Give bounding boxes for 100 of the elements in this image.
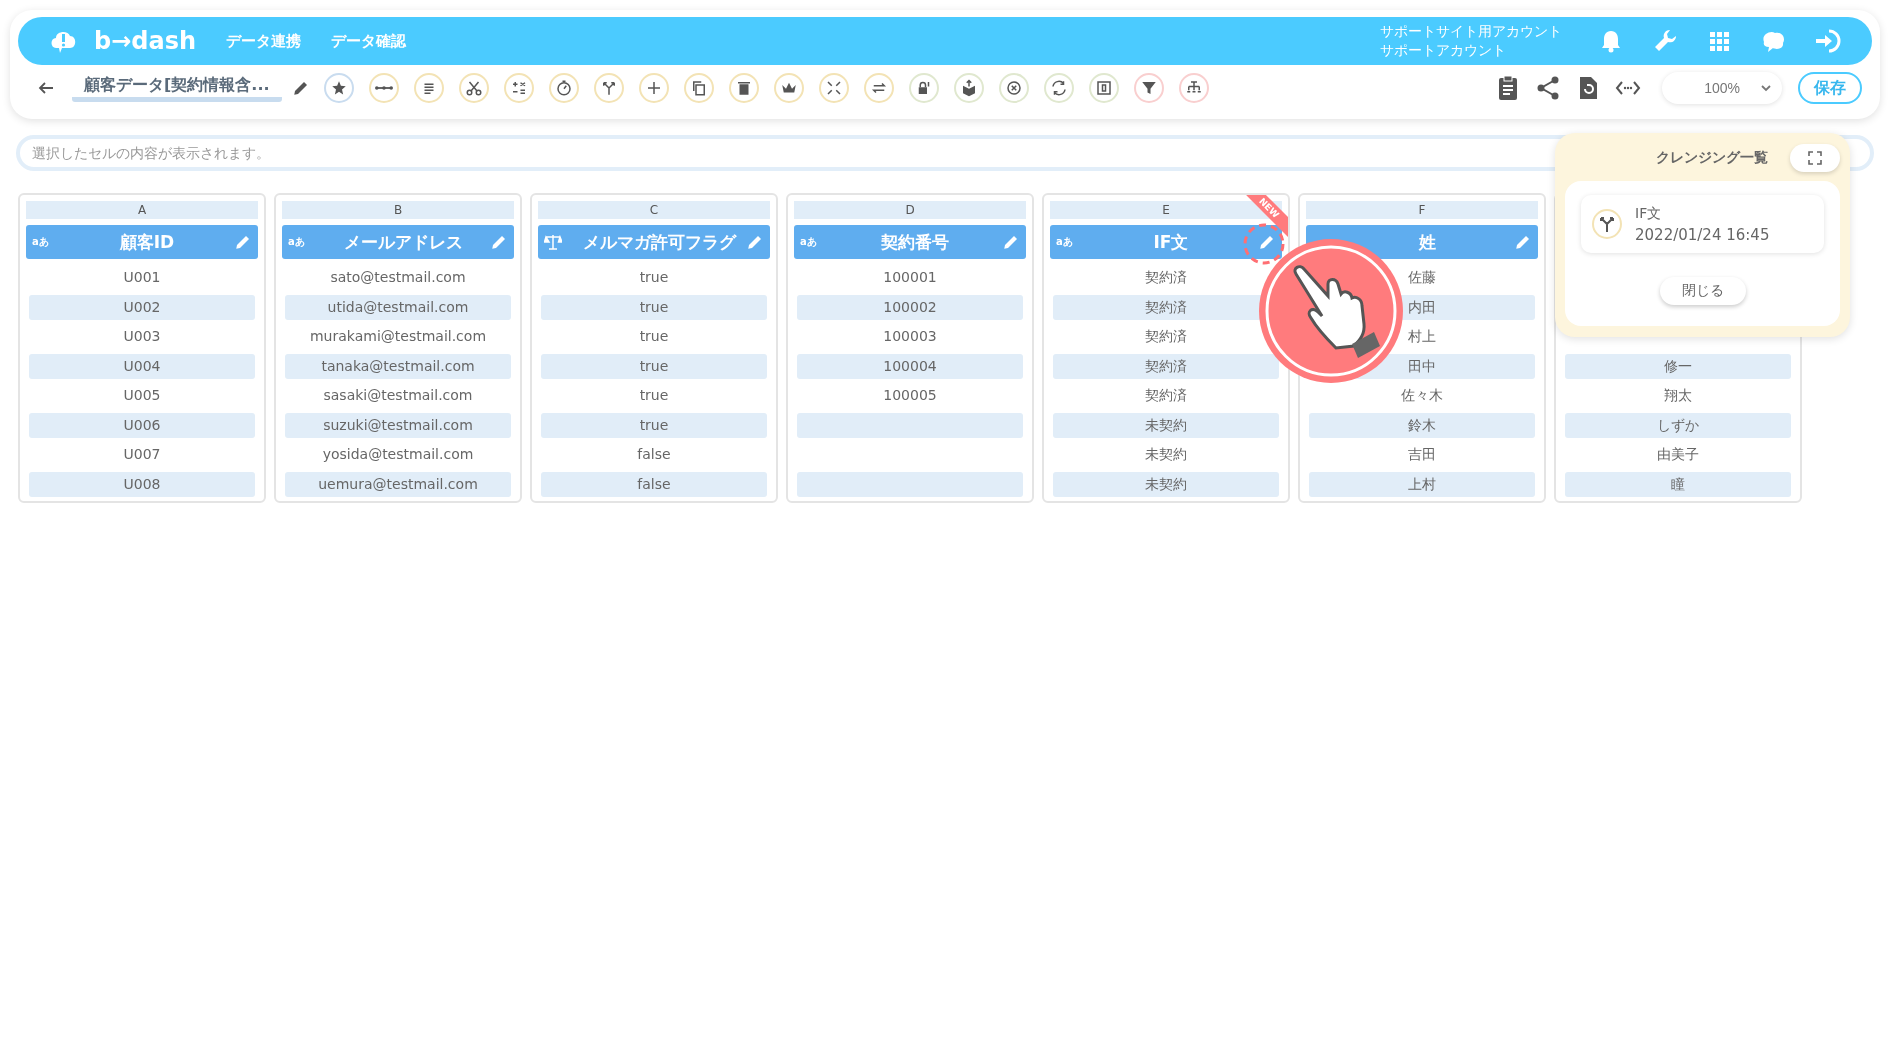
square-box-icon: [1094, 79, 1113, 97]
copy-button[interactable]: [683, 73, 714, 103]
type-label: aあ: [800, 235, 818, 249]
branch-button[interactable]: [593, 73, 624, 103]
pointing-hand-icon: [1256, 236, 1406, 386]
table-cell: 未契約: [1053, 471, 1279, 497]
calculator-button[interactable]: [503, 73, 534, 103]
table-cell-text: 由美子: [1656, 445, 1700, 464]
table-cell-text: 100001: [882, 268, 938, 287]
type-label: aあ: [1056, 235, 1074, 249]
table-cell: 鈴木: [1309, 412, 1535, 438]
pencil-icon[interactable]: [291, 79, 310, 97]
compress-icon: [824, 79, 843, 97]
table-cell-text: 契約済: [1144, 268, 1188, 287]
table-cell: false: [541, 471, 767, 497]
trash-button[interactable]: [728, 73, 759, 103]
balance-icon: [544, 233, 562, 251]
column-letter: A: [26, 201, 258, 219]
close-button[interactable]: 閉じる: [1659, 277, 1746, 305]
type-label: aあ: [32, 235, 50, 249]
column-header[interactable]: aあ メールアドレス: [282, 225, 514, 259]
table-cell-text: false: [636, 445, 672, 464]
table-cell: U006: [29, 412, 255, 438]
save-button[interactable]: 保存: [1798, 72, 1862, 104]
stopwatch-icon: [554, 79, 573, 97]
table-cell-text: 吉田: [1407, 445, 1437, 464]
table-cell-text: true: [638, 268, 670, 287]
table-cell: 未契約: [1053, 412, 1279, 438]
table-cell-text: true: [638, 386, 670, 405]
table-cell-text: 佐藤: [1407, 268, 1437, 287]
table-cell: しずか: [1565, 412, 1791, 438]
close-circle-button[interactable]: [998, 73, 1029, 103]
account-name: サポートサイト用アカウント: [1380, 22, 1562, 41]
table-cell: tanaka@testmail.com: [285, 353, 511, 379]
table-cell: U008: [29, 471, 255, 497]
convert-arrows-button[interactable]: [1043, 73, 1074, 103]
column-header[interactable]: メルマガ許可フラグ: [538, 225, 770, 259]
column-header[interactable]: aあ 契約番号: [794, 225, 1026, 259]
logo-text: b→dash: [94, 27, 197, 55]
table-cell: uemura@testmail.com: [285, 471, 511, 497]
item-date: 2022/01/24 16:45: [1635, 225, 1770, 246]
table-cell: 契約済: [1053, 353, 1279, 379]
table-cell-text: 村上: [1407, 327, 1437, 346]
table-cell-text: U005: [122, 386, 162, 405]
star-button[interactable]: [323, 73, 354, 103]
scissors-icon: [464, 79, 483, 97]
column-header[interactable]: aあ IF文: [1050, 225, 1282, 259]
sheet-title[interactable]: 顧客データ[契約情報含...: [72, 74, 282, 102]
nav-link[interactable]: データ連携: [226, 31, 302, 51]
table-cell-text: U003: [122, 327, 162, 346]
column-letter: B: [282, 201, 514, 219]
table-cell: U004: [29, 353, 255, 379]
table-cell-text: murakami@testmail.com: [308, 327, 487, 346]
chevron-down-icon: [1760, 82, 1772, 94]
swap-button[interactable]: [863, 73, 894, 103]
scissors-button[interactable]: [458, 73, 489, 103]
table-cell-text: 契約済: [1144, 386, 1188, 405]
table-cell-text: yosida@testmail.com: [321, 445, 475, 464]
column-letter: C: [538, 201, 770, 219]
square-box-button[interactable]: [1088, 73, 1119, 103]
item-name: IF文: [1635, 204, 1663, 223]
table-cell-text: U001: [122, 268, 162, 287]
convert-arrows-icon: [1049, 79, 1068, 97]
expand-button[interactable]: [1790, 144, 1840, 172]
table-cell-text: true: [638, 327, 670, 346]
table-cell: true: [541, 412, 767, 438]
table-cell: true: [541, 294, 767, 320]
table-cell: 100004: [797, 353, 1023, 379]
cleansing-item[interactable]: IF文 2022/01/24 16:45: [1581, 195, 1824, 253]
filter-button[interactable]: [1133, 73, 1164, 103]
table-cell-text: sasaki@testmail.com: [322, 386, 474, 405]
list-button[interactable]: [413, 73, 444, 103]
plus-button[interactable]: [638, 73, 669, 103]
dots-line-icon: [374, 84, 393, 92]
panel-title: クレンジング一覧: [1656, 149, 1768, 167]
table-cell-text: 佐々木: [1400, 386, 1444, 405]
crown-button[interactable]: [773, 73, 804, 103]
back-arrow-icon[interactable]: [38, 80, 54, 96]
compress-button[interactable]: [818, 73, 849, 103]
dots-line-button[interactable]: [368, 73, 399, 103]
column-letter: D: [794, 201, 1026, 219]
stopwatch-button[interactable]: [548, 73, 579, 103]
table-cell: suzuki@testmail.com: [285, 412, 511, 438]
table-cell: utida@testmail.com: [285, 294, 511, 320]
table-cell: 修一: [1565, 353, 1791, 379]
tree-button[interactable]: [1178, 73, 1209, 103]
expand-icon: [1807, 150, 1823, 166]
column-letter: F: [1306, 201, 1538, 219]
table-cell-text: 未契約: [1144, 445, 1188, 464]
zoom-select[interactable]: 100%: [1662, 72, 1782, 104]
column-header[interactable]: aあ 顧客ID: [26, 225, 258, 259]
nav-link[interactable]: データ確認: [331, 31, 407, 51]
table-cell-text: 100005: [882, 386, 938, 405]
table-cell: 100002: [797, 294, 1023, 320]
branch-icon: [1591, 208, 1623, 240]
close-circle-icon: [1004, 79, 1023, 97]
table-cell: 上村: [1309, 471, 1535, 497]
lock-button[interactable]: [908, 73, 939, 103]
box-upload-button[interactable]: [953, 73, 984, 103]
table-cell: 瞳: [1565, 471, 1791, 497]
